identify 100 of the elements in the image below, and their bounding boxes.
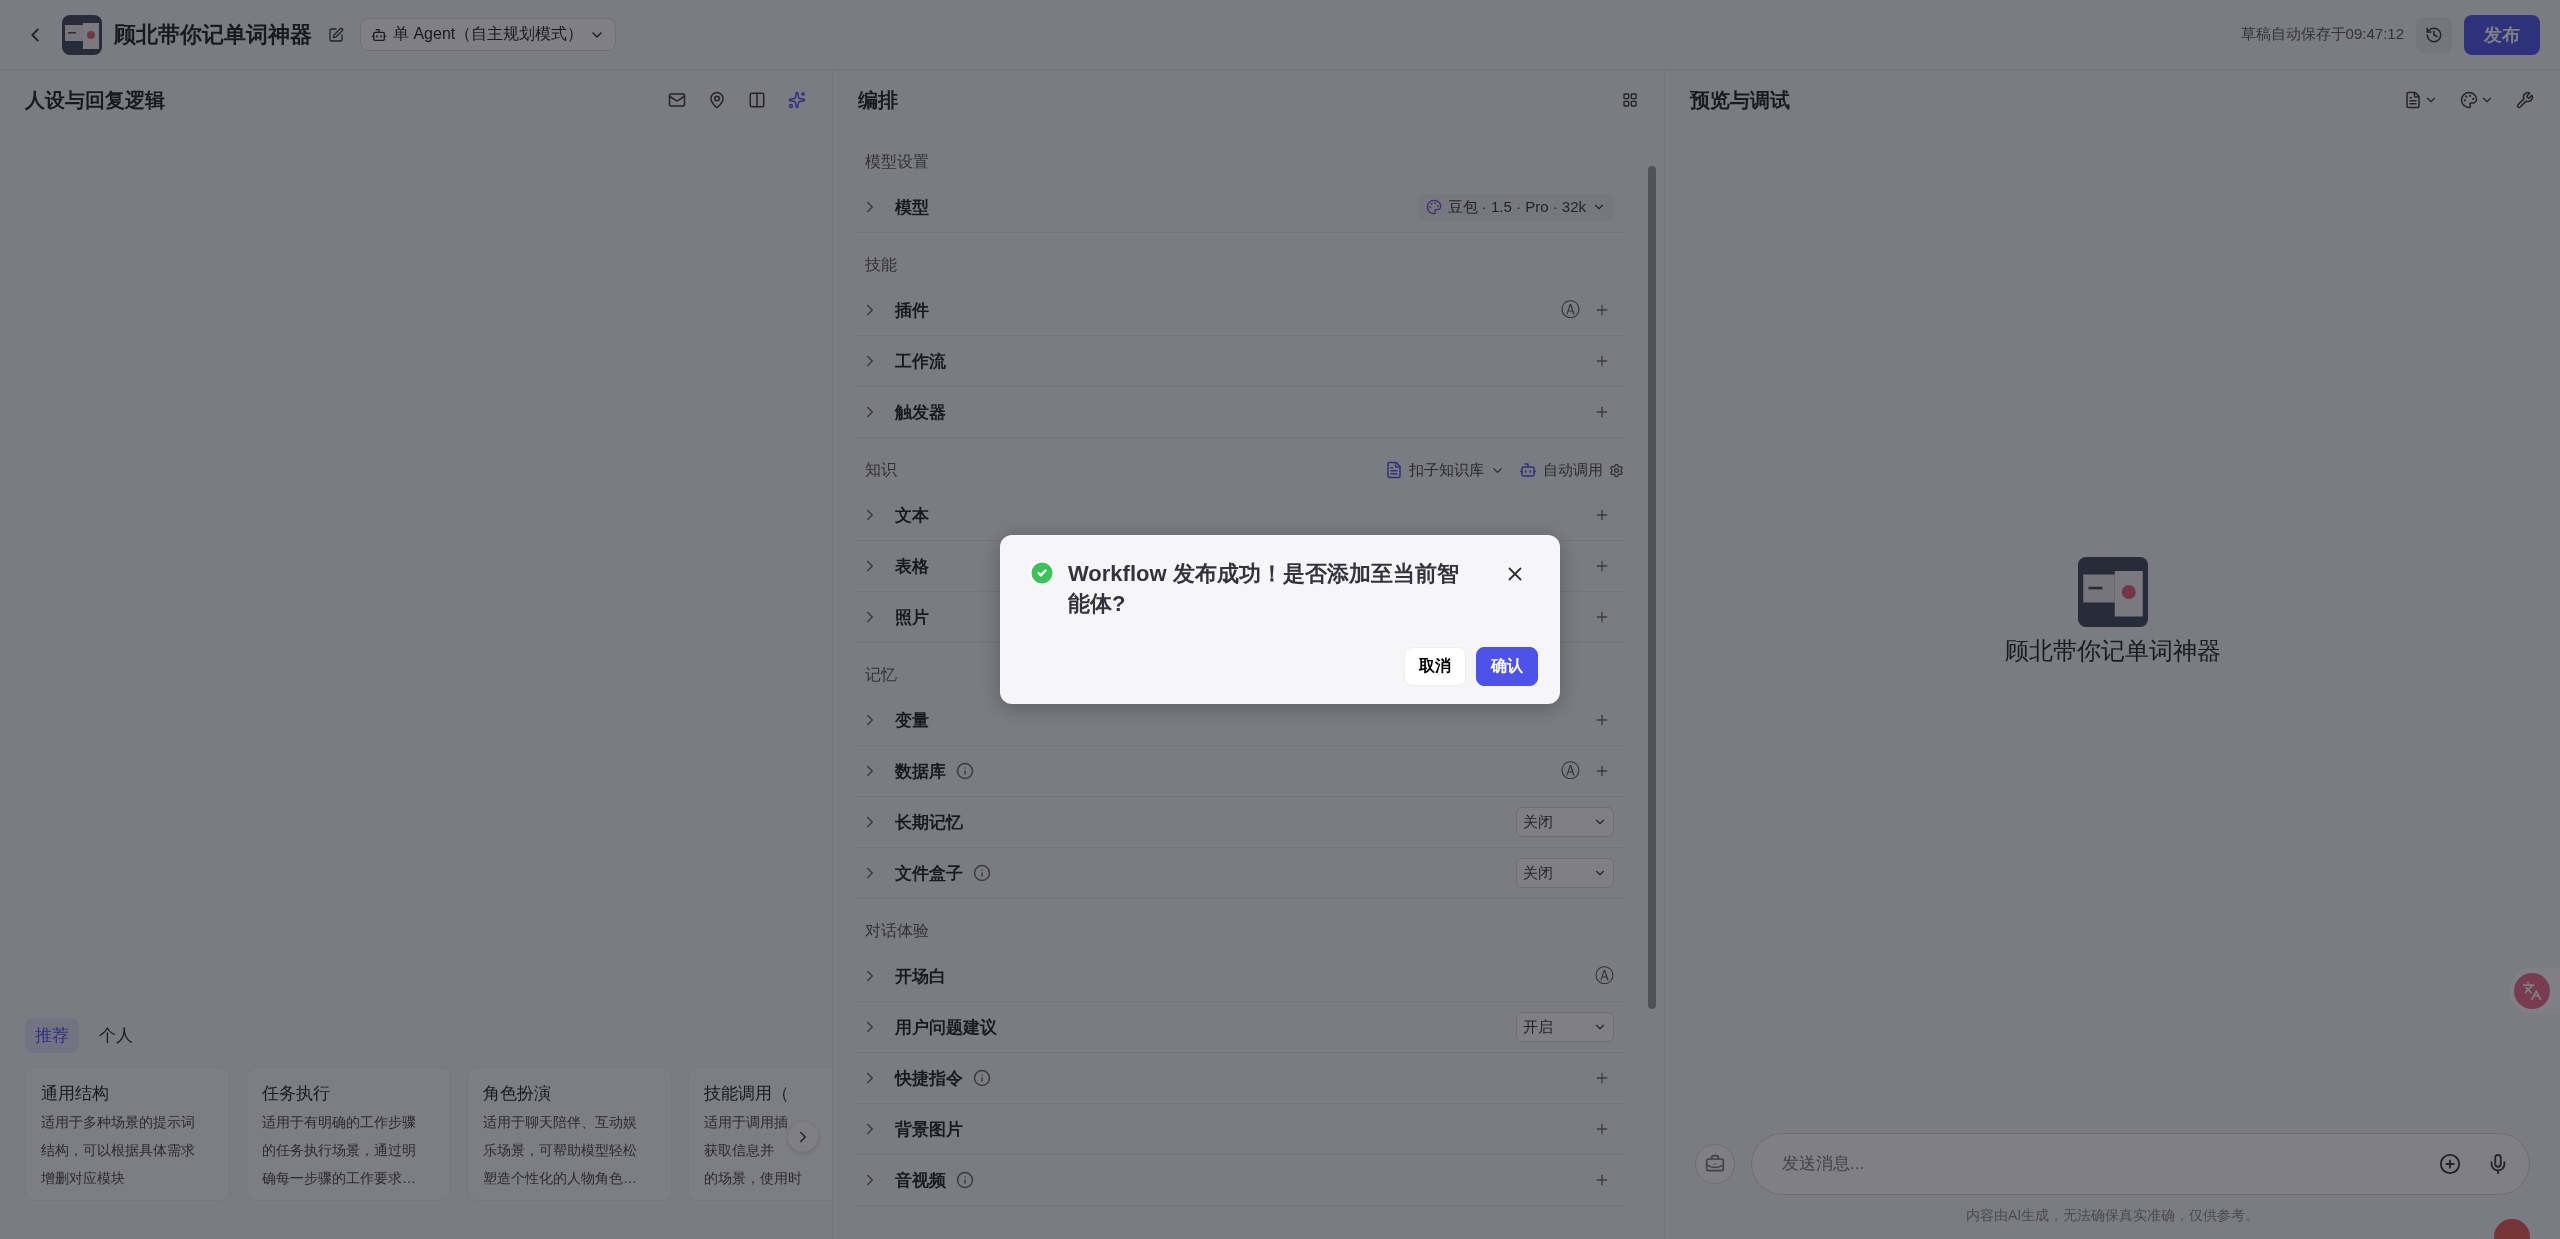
dialog-message: Workflow 发布成功！是否添加至当前智能体? [1068,560,1460,618]
row-label: 文件盒子 [895,862,963,885]
row-label: 工作流 [895,350,946,373]
grid-icon [1622,92,1638,108]
mail-icon [668,91,686,109]
toggle-dropdown[interactable]: 开启 [1516,1012,1614,1042]
plus-icon [1594,1172,1610,1188]
translate-button[interactable] [2510,968,2560,1014]
card-title: 任务执行 [262,1083,331,1105]
success-icon [1028,559,1056,587]
card-description: 确每一步骤的工作要求… [262,1169,417,1188]
plus-icon [1594,507,1610,523]
card-description: 获取信息并 [704,1141,775,1160]
card-description: 的场景，使用时 [704,1169,803,1188]
auto-label: Ⓐ [1595,964,1614,988]
autosave-status: 草稿自动保存于09:47:12 [2240,25,2404,44]
row-label: 表格 [895,555,929,578]
template-card[interactable]: 任务执行 适用于有明确的工作步骤 的任务执行场景，通过明 确每一步骤的工作要求… [246,1067,451,1201]
row-label: 快捷指令 [895,1067,963,1090]
model-dropdown[interactable]: 豆包 · 1.5 · Pro · 32k [1417,193,1614,221]
config-row[interactable]: 用户问题建议 开启 [855,1002,1624,1053]
card-title: 通用结构 [41,1083,110,1105]
settings-icon [1609,462,1624,478]
config-row[interactable]: 数据库 Ⓐ [855,746,1624,797]
config-row[interactable]: 模型 豆包 · 1.5 · Pro · 32k [855,182,1624,233]
config-row[interactable]: 开场白 Ⓐ [855,951,1624,1002]
row-label: 开场白 [895,965,946,988]
knowledge-source-dropdown[interactable]: 扣子知识库 [1385,460,1505,480]
plus-circle-icon [2439,1153,2461,1175]
sparkles-icon [788,91,806,109]
section-title: 模型设置 [865,151,929,172]
edit-icon [328,26,344,43]
message-input[interactable]: 发送消息... [1780,1153,2417,1175]
template-tab[interactable]: 个人 [89,1018,143,1053]
toolbox-button[interactable] [1695,1144,1735,1184]
row-label: 触发器 [895,401,946,424]
history-button[interactable] [2416,16,2452,53]
agent-name: 顾北带你记单词神器 [2004,635,2221,666]
card-description: 塑造个性化的人物角色… [483,1169,638,1188]
robot-icon [1519,461,1537,479]
card-title: 角色扮演 [483,1083,552,1105]
document-icon [1385,461,1403,479]
auto-call-setting[interactable]: 自动调用 [1519,460,1624,480]
plus-icon [1594,609,1610,625]
section-title: 对话体验 [865,920,929,941]
robot-icon [371,26,387,43]
config-row[interactable]: 文件盒子 关闭 [855,848,1624,899]
card-description: 的任务执行场景，通过明 [262,1141,417,1160]
toggle-dropdown[interactable]: 关闭 [1516,807,1614,837]
row-label: 数据库 [895,760,946,783]
card-description: 乐场景，可帮助模型轻松 [483,1141,638,1160]
card-title: 技能调用（ [704,1083,790,1105]
template-card[interactable]: 通用结构 适用于多种场景的提示词 结构，可以根据具体需求 增删对应模块 [25,1067,230,1201]
config-row[interactable]: 音视频 [855,1155,1624,1206]
plus-icon [1594,763,1610,779]
plus-icon [1594,712,1610,728]
model-logo-icon [1425,199,1442,215]
panel-title: 人设与回复逻辑 [25,87,166,113]
row-label: 用户问题建议 [895,1016,997,1039]
config-row[interactable]: 长期记忆 关闭 [855,797,1624,848]
panel-title: 预览与调试 [1690,87,1791,113]
publish-button[interactable]: 发布 [2464,14,2540,55]
plus-icon [1594,404,1610,420]
agent-mode-dropdown[interactable]: 单 Agent（自主规划模式） [360,18,617,51]
message-composer[interactable]: 发送消息... [1751,1133,2530,1195]
template-card[interactable]: 角色扮演 适用于聊天陪伴、互动娱 乐场景，可帮助模型轻松 塑造个性化的人物角色… [467,1067,672,1201]
plus-icon [1594,1070,1610,1086]
card-description: 适用于有明确的工作步骤 [262,1113,417,1132]
row-label: 文本 [895,504,929,527]
card-description: 结构，可以根据具体需求 [41,1141,196,1160]
config-row[interactable]: 背景图片 [855,1104,1624,1155]
card-description: 适用于调用插 [704,1113,789,1132]
section-title: 知识 [865,459,897,480]
wrench-icon [2516,91,2534,109]
translate-icon [2514,973,2550,1009]
plus-icon [1594,302,1610,318]
palette-icon [2460,91,2478,109]
agent-title: 顾北带你记单词神器 [114,20,312,49]
config-row[interactable]: 快捷指令 [855,1053,1624,1104]
card-description: 增删对应模块 [41,1169,126,1188]
section-title: 技能 [865,254,897,275]
config-row[interactable]: 触发器 [855,387,1624,438]
cancel-button[interactable]: 取消 [1404,647,1466,686]
config-row[interactable]: 插件 Ⓐ [855,285,1624,336]
plus-icon [1594,558,1610,574]
template-tab[interactable]: 推荐 [25,1018,79,1053]
card-description: 适用于聊天陪伴、互动娱 [483,1113,638,1132]
briefcase-icon [1705,1154,1725,1174]
history-icon [2425,25,2443,44]
split-view-icon [748,91,766,109]
document-icon [2404,91,2422,109]
row-label: 背景图片 [895,1118,963,1141]
auto-label: Ⓐ [1561,759,1580,783]
row-label: 插件 [895,299,929,322]
toggle-dropdown[interactable]: 关闭 [1516,858,1614,888]
confirm-button[interactable]: 确认 [1476,647,1538,686]
config-row[interactable]: 工作流 [855,336,1624,387]
row-label: 长期记忆 [895,811,963,834]
row-label: 变量 [895,709,929,732]
template-card[interactable]: 技能调用（ 适用于调用插 获取信息并 的场景，使用时 [688,1067,832,1201]
